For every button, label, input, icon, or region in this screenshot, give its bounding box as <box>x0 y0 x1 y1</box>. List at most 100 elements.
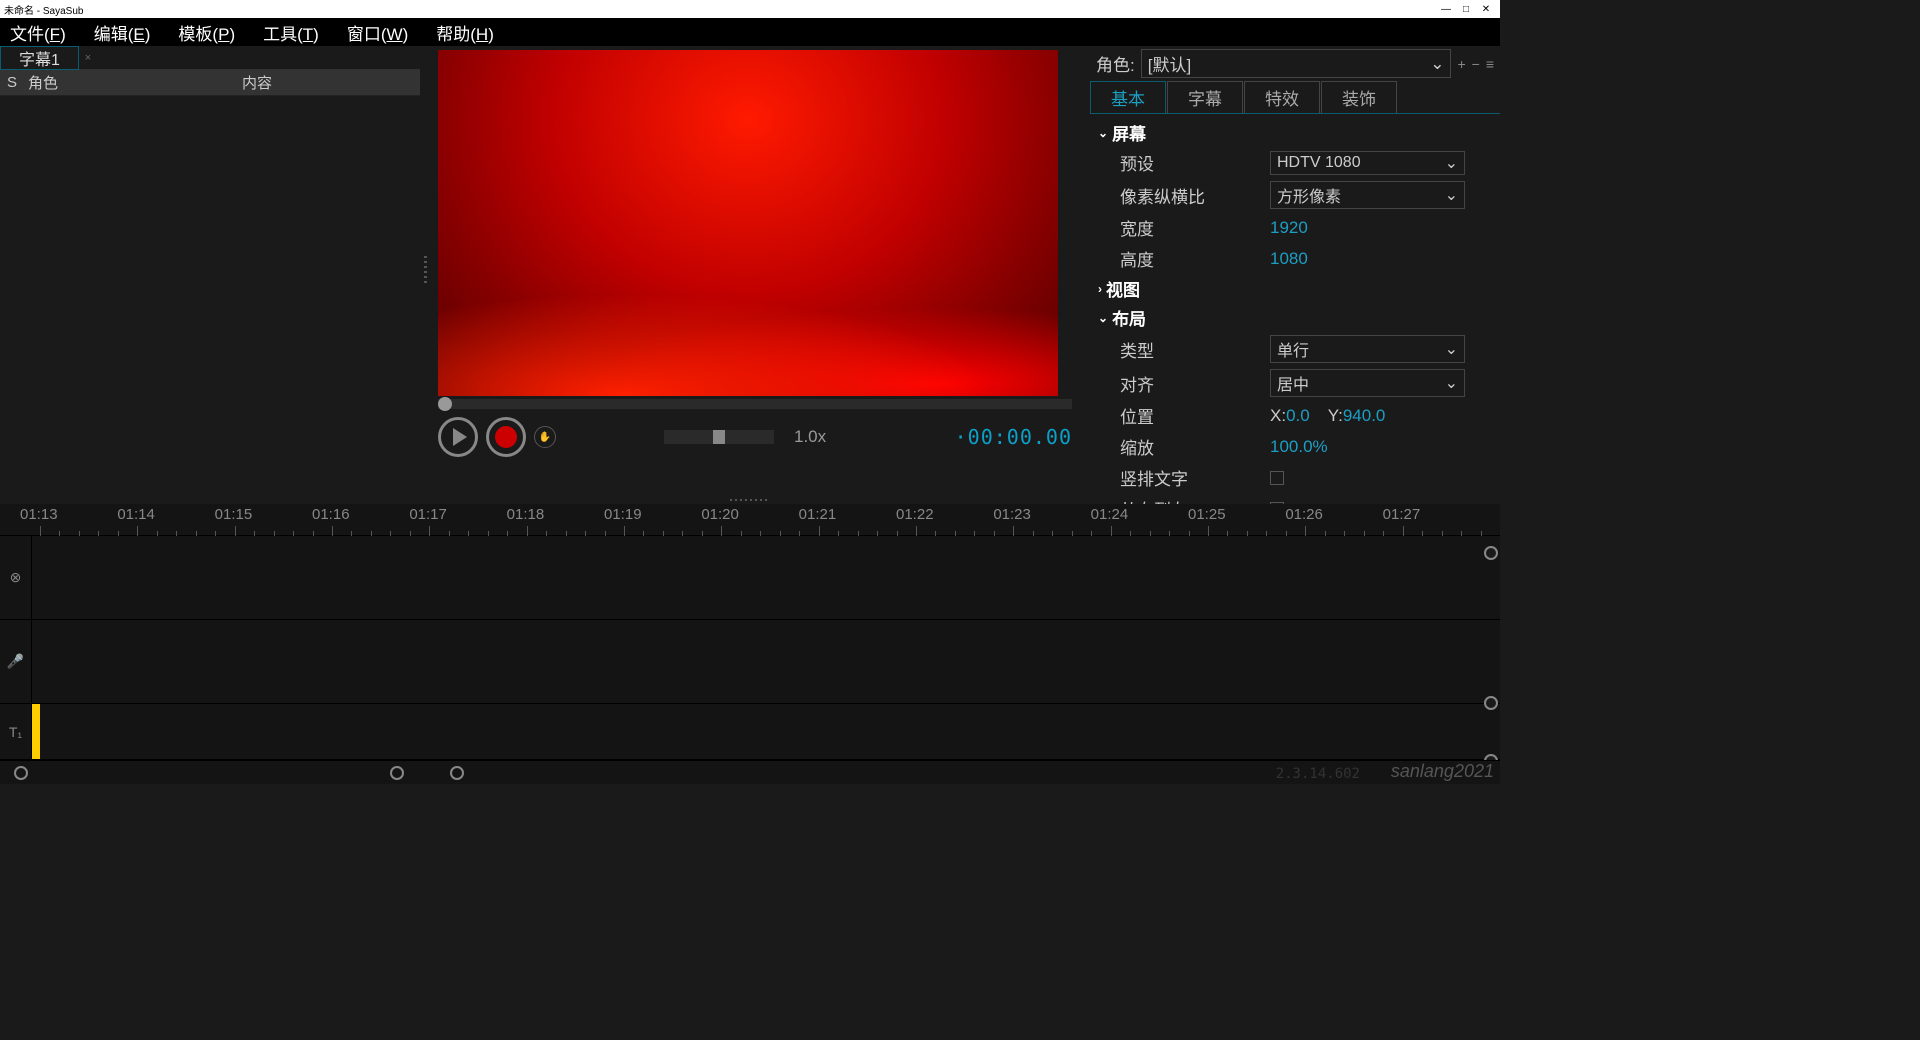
menu-bar: 文件(F) 编辑(E) 模板(P) 工具(T) 窗口(W) 帮助(H) <box>0 18 1500 46</box>
timecode[interactable]: ·00:00.00 <box>955 425 1072 449</box>
chevron-down-icon: ⌄ <box>1445 373 1458 393</box>
height-label: 高度 <box>1120 246 1270 271</box>
width-label: 宽度 <box>1120 215 1270 240</box>
role-menu-icon[interactable]: ≡ <box>1486 56 1494 72</box>
subtitle-list-panel: 字幕1 × S 角色 内容 <box>0 46 420 496</box>
menu-tools[interactable]: 工具(T) <box>263 20 319 45</box>
pos-x-value[interactable]: 0.0 <box>1286 406 1310 425</box>
chevron-right-icon: › <box>1098 282 1102 296</box>
tab-decoration[interactable]: 装饰 <box>1321 81 1397 113</box>
speed-thumb[interactable] <box>713 430 725 444</box>
timeline: 01:1301:1401:1501:1601:1701:1801:1901:20… <box>0 504 1500 784</box>
height-value[interactable]: 1080 <box>1270 249 1308 269</box>
ruler-tick: 01:22 <box>896 506 934 523</box>
type-dropdown[interactable]: 单行⌄ <box>1270 335 1465 363</box>
watermark: sanlang2021 <box>1391 761 1494 782</box>
chevron-down-icon: ⌄ <box>1098 311 1108 325</box>
scroll-handle-2[interactable] <box>1484 696 1498 710</box>
version-label: 2.3.14.602 <box>1276 766 1360 782</box>
ruler-tick: 01:18 <box>507 506 545 523</box>
align-dropdown[interactable]: 居中⌄ <box>1270 369 1465 397</box>
column-header: S 角色 内容 <box>0 70 420 96</box>
section-layout[interactable]: ⌄布局 <box>1098 303 1492 332</box>
ruler-tick: 01:15 <box>215 506 253 523</box>
ruler-tick: 01:27 <box>1383 506 1421 523</box>
role-remove-icon[interactable]: − <box>1472 56 1480 72</box>
preview-panel: ✋ 1.0x ·00:00.00 <box>430 46 1090 496</box>
preset-label: 预设 <box>1120 150 1270 175</box>
chevron-down-icon: ⌄ <box>1098 126 1108 140</box>
tab-basic[interactable]: 基本 <box>1090 81 1166 113</box>
role-label: 角色: <box>1096 51 1135 76</box>
role-dropdown[interactable]: [默认]⌄ <box>1141 49 1452 78</box>
col-s[interactable]: S <box>0 74 24 91</box>
play-button[interactable] <box>438 417 478 457</box>
menu-file[interactable]: 文件(F) <box>10 20 66 45</box>
hand-button[interactable]: ✋ <box>534 426 556 448</box>
record-icon <box>495 426 517 448</box>
track-text-label[interactable]: T₁ <box>0 704 32 760</box>
record-button[interactable] <box>486 417 526 457</box>
par-label: 像素纵横比 <box>1120 183 1270 208</box>
playhead[interactable] <box>32 704 40 759</box>
zoom-handle-left[interactable] <box>390 766 404 780</box>
par-dropdown[interactable]: 方形像素⌄ <box>1270 181 1465 209</box>
tab-close-icon[interactable]: × <box>79 46 97 70</box>
speed-slider[interactable] <box>664 430 774 444</box>
title-bar: 未命名 - SayaSub — □ ✕ <box>0 0 1500 18</box>
ruler-tick: 01:19 <box>604 506 642 523</box>
progress-thumb[interactable] <box>438 397 452 411</box>
zoom-handle-right[interactable] <box>450 766 464 780</box>
section-screen[interactable]: ⌄屏幕 <box>1098 118 1492 147</box>
vertical-checkbox[interactable] <box>1270 471 1284 485</box>
track-text[interactable] <box>32 704 1500 760</box>
zoom-value[interactable]: 100.0% <box>1270 437 1328 457</box>
close-icon[interactable]: ✕ <box>1476 4 1496 15</box>
track-audio-icon[interactable]: 🎤 <box>0 620 32 704</box>
menu-window[interactable]: 窗口(W) <box>347 20 408 45</box>
ruler-tick: 01:24 <box>1091 506 1129 523</box>
minimize-icon[interactable]: — <box>1436 4 1456 15</box>
col-role[interactable]: 角色 <box>24 72 94 93</box>
window-title: 未命名 - SayaSub <box>4 2 1436 17</box>
pos-label: 位置 <box>1120 403 1270 428</box>
col-content[interactable]: 内容 <box>94 72 420 93</box>
video-preview[interactable] <box>438 50 1058 396</box>
timeline-start-handle[interactable] <box>14 766 28 780</box>
tab-subtitle-1[interactable]: 字幕1 <box>0 46 79 70</box>
chevron-down-icon: ⌄ <box>1445 185 1458 205</box>
timeline-scrollbar[interactable]: 2.3.14.602 sanlang2021 <box>0 760 1500 784</box>
track-audio[interactable] <box>32 620 1500 704</box>
pos-y-value[interactable]: 940.0 <box>1343 406 1386 425</box>
tab-subtitle[interactable]: 字幕 <box>1167 81 1243 113</box>
ruler-tick: 01:13 <box>20 506 58 523</box>
ruler-tick: 01:14 <box>117 506 155 523</box>
type-label: 类型 <box>1120 337 1270 362</box>
width-value[interactable]: 1920 <box>1270 218 1308 238</box>
section-view[interactable]: ›视图 <box>1098 274 1492 303</box>
ruler-tick: 01:20 <box>701 506 739 523</box>
maximize-icon[interactable]: □ <box>1456 4 1476 15</box>
progress-bar[interactable] <box>438 399 1072 409</box>
menu-template[interactable]: 模板(P) <box>178 20 235 45</box>
chevron-down-icon: ⌄ <box>1445 339 1458 359</box>
play-icon <box>453 428 467 446</box>
panel-divider[interactable] <box>420 46 430 496</box>
chevron-down-icon: ⌄ <box>1430 54 1444 74</box>
subtitle-list-body[interactable] <box>0 96 420 496</box>
chevron-down-icon: ⌄ <box>1445 153 1458 173</box>
speed-label: 1.0x <box>794 427 826 447</box>
ruler-tick: 01:23 <box>993 506 1031 523</box>
timeline-ruler[interactable]: 01:1301:1401:1501:1601:1701:1801:1901:20… <box>0 504 1500 536</box>
zoom-label: 缩放 <box>1120 434 1270 459</box>
track-video-icon[interactable]: ⊗ <box>0 536 32 620</box>
vertical-label: 竖排文字 <box>1120 465 1270 490</box>
tab-effects[interactable]: 特效 <box>1244 81 1320 113</box>
role-add-icon[interactable]: + <box>1457 56 1465 72</box>
preset-dropdown[interactable]: HDTV 1080⌄ <box>1270 151 1465 175</box>
track-video[interactable] <box>32 536 1500 620</box>
menu-edit[interactable]: 编辑(E) <box>94 20 151 45</box>
ruler-tick: 01:25 <box>1188 506 1226 523</box>
scroll-handle-1[interactable] <box>1484 546 1498 560</box>
menu-help[interactable]: 帮助(H) <box>436 20 494 45</box>
